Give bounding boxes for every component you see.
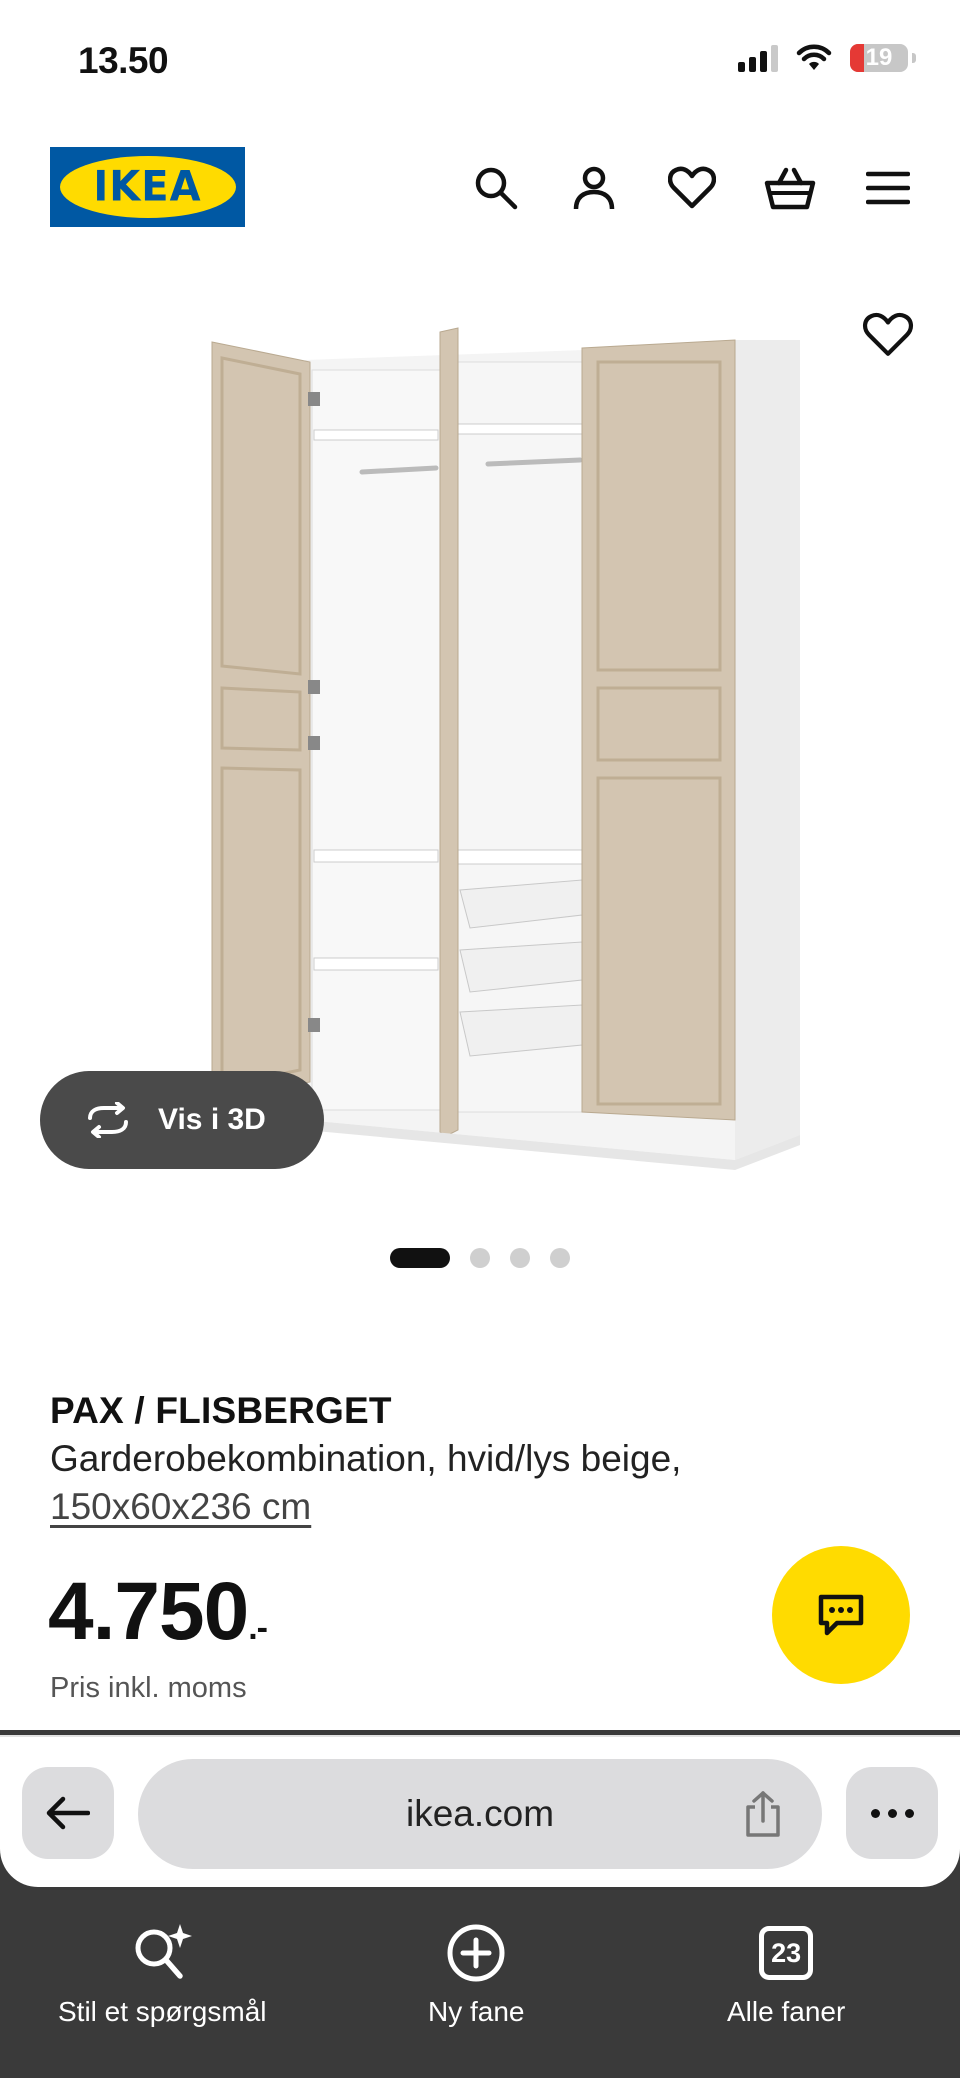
all-tabs-button[interactable]: 23 Alle faner (727, 1920, 845, 2028)
url-text: ikea.com (405, 1793, 555, 1834)
search-icon[interactable] (468, 160, 524, 216)
wifi-icon (796, 44, 832, 70)
chat-icon (818, 1594, 864, 1636)
view-in-3d-button[interactable]: Vis i 3D (40, 1071, 324, 1169)
sparkle-search-icon (129, 1920, 195, 1986)
add-to-favourites-button[interactable] (862, 312, 918, 368)
battery-level: 19 (865, 44, 893, 71)
account-icon[interactable] (566, 160, 622, 216)
carousel-dot[interactable] (470, 1248, 490, 1268)
cellular-signal-icon (738, 44, 778, 72)
new-tab-button[interactable]: Ny fane (428, 1920, 525, 2028)
tab-count: 23 (759, 1926, 814, 1980)
status-icons: 19 (738, 44, 916, 72)
image-carousel-indicator (0, 1248, 960, 1268)
view-in-3d-label: Vis i 3D (158, 1103, 266, 1136)
battery-icon: 19 (850, 44, 908, 72)
product-price: 4.750.- (48, 1565, 268, 1659)
more-options-button[interactable] (846, 1767, 938, 1859)
logo-text: IKEA (93, 162, 202, 212)
price-note: Pris inkl. moms (50, 1672, 247, 1704)
product-title: PAX / FLISBERGET (50, 1390, 392, 1431)
status-bar: 13.50 19 (0, 0, 960, 110)
header-nav (468, 160, 916, 216)
site-header: IKEA (0, 140, 960, 230)
ask-question-label: Stil et spørgsmål (58, 1996, 267, 2027)
price-suffix: .- (248, 1609, 268, 1647)
heart-icon (863, 312, 913, 356)
basket-icon[interactable] (762, 160, 818, 216)
heart-icon[interactable] (664, 160, 720, 216)
url-field[interactable]: ikea.com (138, 1759, 822, 1869)
ask-question-button[interactable]: Stil et spørgsmål (58, 1920, 267, 2028)
carousel-dot-active[interactable] (390, 1248, 450, 1268)
menu-icon[interactable] (860, 160, 916, 216)
browser-toolbar: Stil et spørgsmål Ny fane 23 Alle faner (0, 1920, 960, 2060)
carousel-dot[interactable] (550, 1248, 570, 1268)
product-size-link[interactable]: 150x60x236 cm (50, 1486, 311, 1528)
product-image[interactable] (0, 300, 960, 1200)
new-tab-label: Ny fane (428, 1996, 525, 2027)
back-button[interactable] (22, 1767, 114, 1859)
chat-button[interactable] (772, 1546, 910, 1684)
all-tabs-label: Alle faner (727, 1996, 846, 2027)
carousel-dot[interactable] (510, 1248, 530, 1268)
plus-circle-icon (443, 1920, 509, 1986)
status-time: 13.50 (78, 40, 169, 81)
tabs-icon: 23 (753, 1920, 819, 1986)
browser-address-bar: ikea.com (0, 1735, 960, 1887)
rotate-3d-icon (88, 1102, 128, 1138)
ikea-logo[interactable]: IKEA (50, 147, 245, 227)
price-value: 4.750 (48, 1566, 249, 1657)
product-description: Garderobekombination, hvid/lys beige, (50, 1438, 682, 1479)
share-icon[interactable] (738, 1789, 788, 1839)
arrow-left-icon (46, 1796, 90, 1830)
